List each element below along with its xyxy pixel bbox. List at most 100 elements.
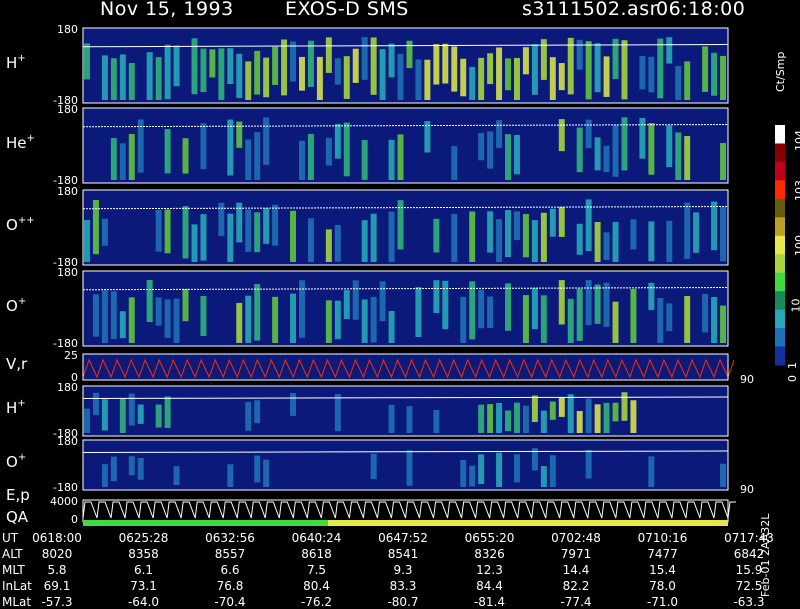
panel-0-streak: [460, 59, 466, 97]
colorbar-unit: Ct/Smp: [775, 52, 786, 92]
panel-5-streak: [156, 405, 162, 428]
panel-2-streak: [720, 207, 726, 262]
panel-0-streak: [523, 47, 529, 74]
colorbar-segment: [775, 347, 785, 366]
panel-2-tick-top: 180: [57, 186, 78, 197]
panel-0-streak: [666, 37, 672, 63]
panel-0-tick-top: 180: [57, 24, 78, 35]
panel-3-streak: [290, 294, 296, 343]
footer-cell: 8541: [388, 548, 419, 560]
panel-0-streak: [335, 58, 341, 84]
panel-5-streak: [335, 394, 341, 431]
panel-0-streak: [398, 54, 404, 100]
panel-2-streak: [595, 222, 601, 262]
panel-2-streak: [165, 210, 171, 254]
panel-0-streak: [308, 41, 314, 87]
panel-1-streak: [111, 138, 117, 180]
footer-cell: 0710:16: [638, 532, 688, 544]
panel-0-streak: [84, 43, 90, 79]
panel-2-streak: [541, 213, 547, 262]
panel-1-charge: +: [27, 133, 35, 144]
panel-2-streak: [326, 229, 332, 262]
panel-6-streak: [174, 466, 180, 485]
panel-0-streak: [514, 58, 520, 100]
panel-3-streak: [335, 301, 341, 340]
footer-cell: 0632:56: [205, 532, 255, 544]
panel-3-streak: [415, 287, 421, 337]
panel-6-streak: [263, 460, 269, 487]
footer-cell: 7.5: [307, 564, 326, 576]
panel-3-streak: [648, 283, 654, 310]
panel-0-streak: [415, 60, 421, 100]
panel-2-streak: [389, 212, 395, 262]
panel-6-right-tick: 90: [740, 484, 754, 495]
panel-3-streak: [460, 297, 466, 343]
panel-2-streak: [245, 210, 251, 252]
panel-1-streak: [720, 143, 726, 180]
panel-2-streak: [666, 221, 672, 262]
footer-cell: -57.3: [41, 596, 72, 608]
panel-0-streak: [272, 47, 278, 85]
panel-6-streak: [111, 457, 117, 482]
panel-5-streak: [613, 403, 619, 422]
panel-5-streak: [102, 399, 108, 430]
panel-0-streak: [236, 54, 242, 98]
qa-bar-yellow: [328, 520, 728, 526]
panel-1-streak: [236, 122, 242, 148]
footer-cell: 7477: [647, 548, 678, 560]
panel-5-streak: [478, 405, 484, 433]
colorbar-tick-1: 103: [794, 180, 800, 201]
panel-2-streak: [93, 200, 99, 254]
footer-cell: 6.1: [134, 564, 153, 576]
panel-7-label-secondary: QA: [6, 510, 28, 525]
panel-5-charge: +: [17, 398, 25, 409]
panel-2-streak: [711, 202, 717, 251]
panel-0-streak: [281, 40, 287, 96]
panel-6-streak: [371, 454, 377, 479]
panel-1-streak: [245, 140, 251, 180]
panel-0-streak: [263, 58, 269, 98]
footer-cell: -70.4: [214, 596, 245, 608]
panel-2-streak: [192, 224, 198, 262]
panel-1-streak: [648, 123, 654, 175]
panel-3-streak: [380, 281, 386, 321]
panel-1-tick-top: 180: [57, 104, 78, 115]
colorbar-segment: [775, 162, 785, 181]
colorbar-segment: [775, 217, 785, 236]
panel-6-streak: [469, 466, 475, 487]
panel-6-label: O+: [6, 455, 26, 470]
panel-0-streak: [469, 67, 475, 100]
footer-cell: 80.4: [303, 580, 330, 592]
panel-2-streak: [648, 221, 654, 261]
panel-2-streak: [532, 220, 538, 262]
footer-cell: -71.0: [647, 596, 678, 608]
colorbar-segment: [775, 143, 785, 162]
panel-2-streak: [514, 211, 520, 240]
panel-5-streak: [389, 405, 395, 433]
panel-0-charge: +: [17, 53, 25, 64]
panel-5-streak: [254, 400, 260, 423]
panel-0-streak: [147, 52, 153, 100]
footer-row-name-ut: UT: [2, 532, 18, 544]
panel-5-tick-top: 180: [57, 382, 78, 393]
panel-3-label: O+: [6, 299, 26, 314]
panel-3-streak: [505, 283, 511, 330]
footer-cell: 0655:20: [465, 532, 515, 544]
panel-7-tick-bottom: 0: [71, 514, 78, 525]
footer-cell: 15.4: [649, 564, 676, 576]
footer-cell: 69.1: [44, 580, 71, 592]
panel-5-streak: [577, 411, 583, 433]
panel-1-streak: [308, 134, 314, 180]
panel-0-streak: [550, 57, 556, 100]
colorbar-segment: [775, 180, 785, 199]
panel-3-streak: [326, 300, 332, 343]
panel-5-streak: [407, 406, 413, 433]
panel-2-streak: [469, 211, 475, 262]
panel-5-streak: [622, 392, 628, 421]
panel-2-streak: [227, 214, 233, 262]
panel-5-streak: [84, 409, 90, 433]
panel-0-streak: [702, 46, 708, 92]
panel-0-streak: [209, 49, 215, 77]
panel-2-streak: [308, 218, 314, 262]
footer-cell: 0702:48: [551, 532, 601, 544]
